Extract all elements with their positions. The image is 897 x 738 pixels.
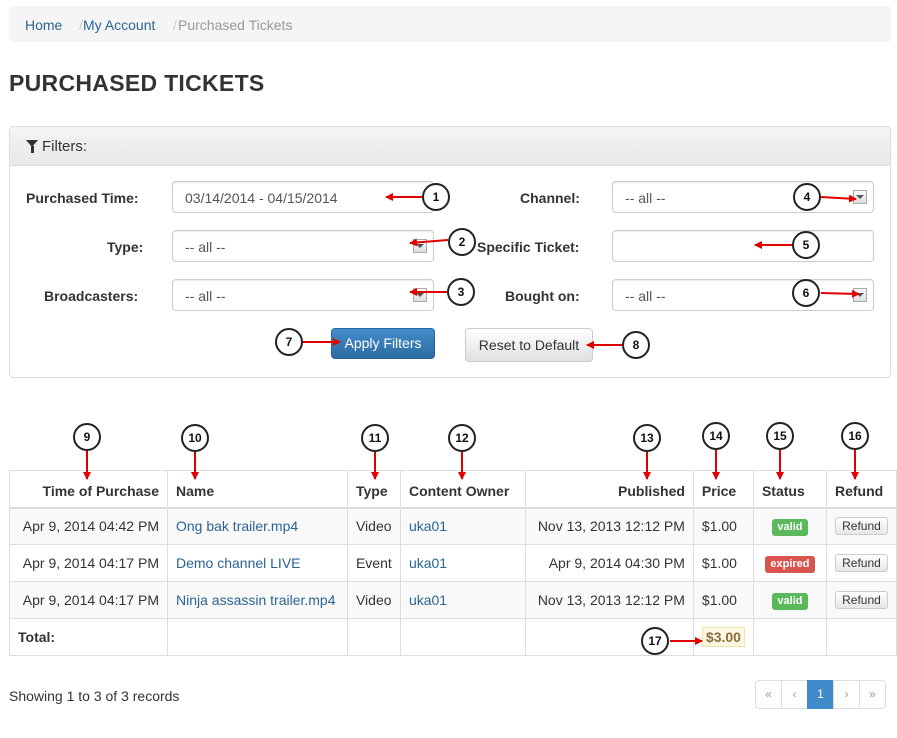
callout-number: 3 — [447, 278, 475, 306]
annotation-arrow — [409, 238, 449, 247]
callout-number: 13 — [633, 424, 661, 452]
callout-number: 10 — [181, 424, 209, 452]
callout-number: 1 — [422, 183, 450, 211]
callout-number: 11 — [361, 424, 389, 452]
callout-number: 16 — [841, 422, 869, 450]
annotation-arrows — [83, 193, 860, 645]
callout-number: 5 — [792, 231, 820, 259]
callout-number: 2 — [448, 228, 476, 256]
callout-number: 17 — [641, 627, 669, 655]
callout-number: 9 — [73, 423, 101, 451]
callout-number: 12 — [448, 424, 476, 452]
annotation-arrow — [820, 289, 860, 298]
callout-number: 14 — [702, 422, 730, 450]
callout-number: 4 — [793, 183, 821, 211]
callout-number: 7 — [275, 328, 303, 356]
callout-number: 15 — [766, 422, 794, 450]
callout-number: 8 — [622, 331, 650, 359]
annotation-arrow — [820, 194, 857, 203]
callout-number: 6 — [792, 279, 820, 307]
